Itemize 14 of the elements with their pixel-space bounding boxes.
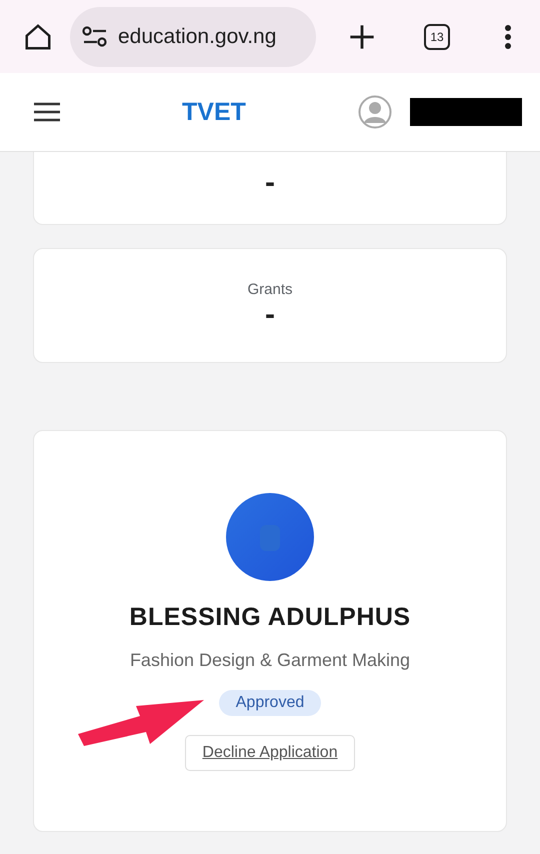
site-settings-icon[interactable] xyxy=(82,26,108,48)
course-name: Fashion Design & Garment Making xyxy=(130,650,410,671)
url-text: education.gov.ng xyxy=(118,24,276,48)
profile-avatar-icon xyxy=(226,493,314,581)
address-bar[interactable]: education.gov.ng xyxy=(70,6,316,66)
stat-value: - xyxy=(265,298,275,332)
menu-icon[interactable] xyxy=(34,102,60,122)
tab-count-button[interactable]: 13 xyxy=(424,24,450,50)
decline-application-button[interactable]: Decline Application xyxy=(185,735,355,771)
student-name: BLESSING ADULPHUS xyxy=(129,603,411,632)
site-logo[interactable]: TVET xyxy=(182,98,246,126)
stat-value: - xyxy=(265,166,275,200)
stat-label: Grants xyxy=(247,281,292,298)
status-badge: Approved xyxy=(218,690,322,716)
